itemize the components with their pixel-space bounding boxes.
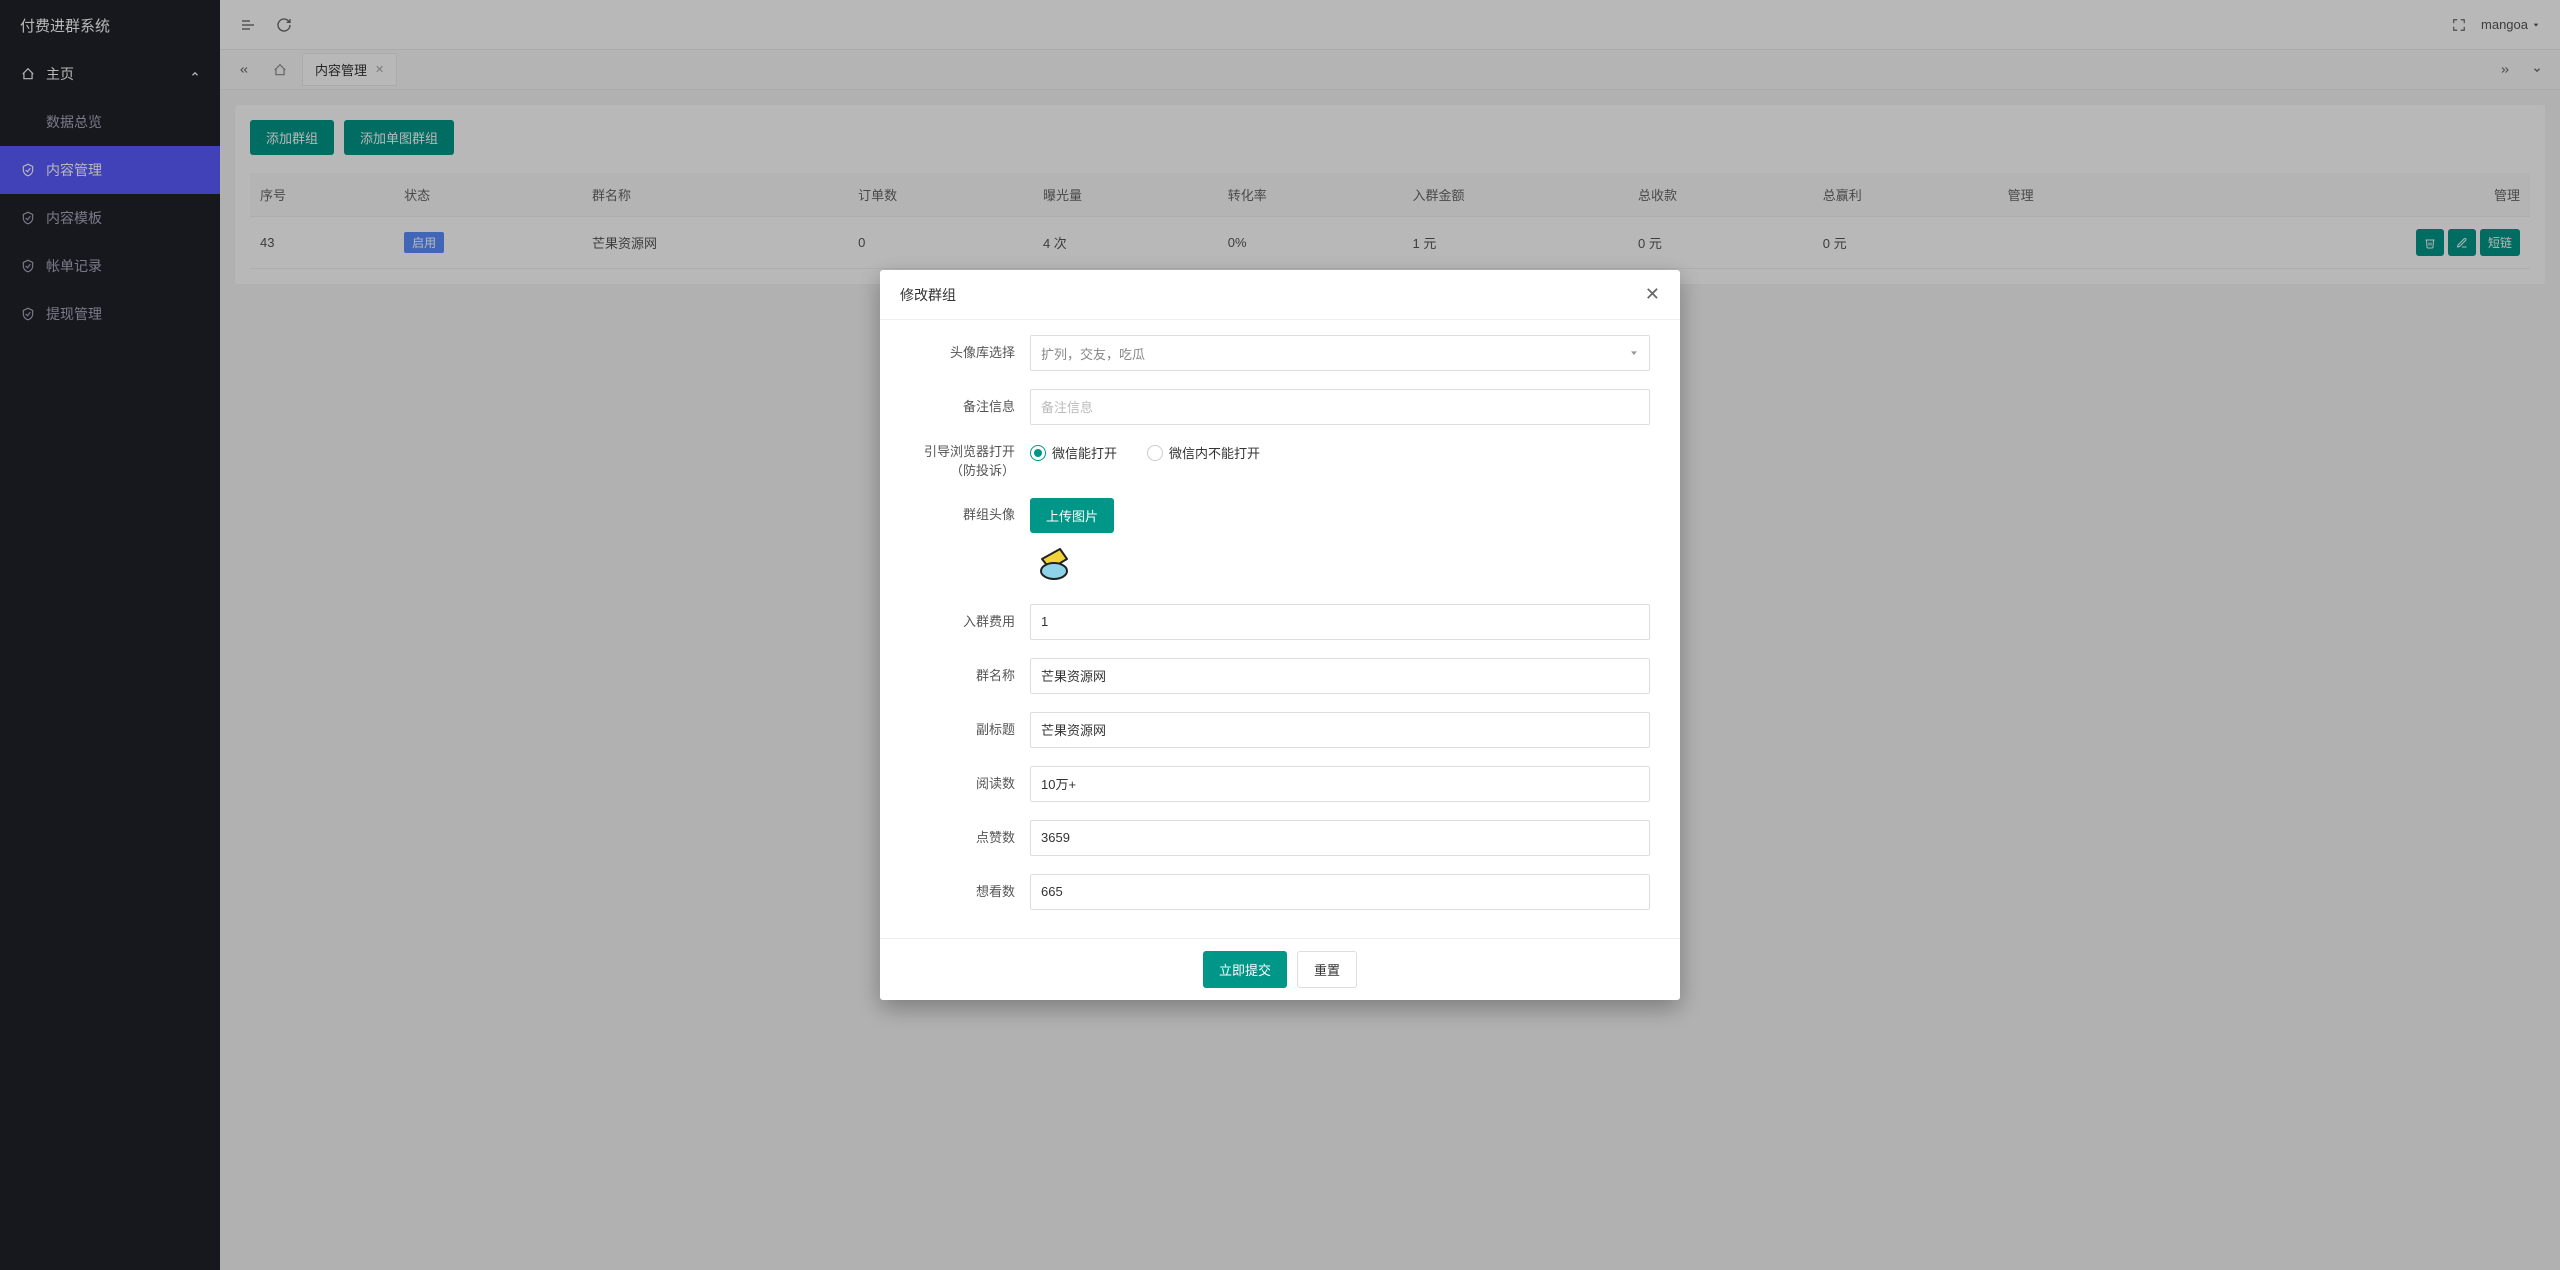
submit-button[interactable]: 立即提交 bbox=[1203, 951, 1287, 988]
group-name-label: 群名称 bbox=[900, 667, 1030, 685]
modal-close-icon[interactable]: ✕ bbox=[1645, 284, 1660, 305]
chevron-down-icon bbox=[1629, 348, 1639, 358]
avatar-lib-value: 扩列，交友，吃瓜 bbox=[1041, 344, 1145, 363]
radio-wechat-cannot-open[interactable]: 微信内不能打开 bbox=[1147, 443, 1260, 462]
join-fee-input[interactable] bbox=[1030, 604, 1650, 640]
wants-label: 想看数 bbox=[900, 883, 1030, 901]
upload-image-button[interactable]: 上传图片 bbox=[1030, 498, 1114, 533]
avatar-lib-select[interactable]: 扩列，交友，吃瓜 bbox=[1030, 335, 1650, 371]
radio-label: 微信内不能打开 bbox=[1169, 443, 1260, 462]
radio-wechat-can-open[interactable]: 微信能打开 bbox=[1030, 443, 1117, 462]
browser-guide-label: 引导浏览器打开（防投诉） bbox=[900, 443, 1030, 479]
likes-input[interactable] bbox=[1030, 820, 1650, 856]
modal-title: 修改群组 bbox=[900, 285, 956, 305]
radio-icon bbox=[1147, 445, 1163, 461]
reset-button[interactable]: 重置 bbox=[1297, 951, 1357, 988]
modal-mask[interactable]: 修改群组 ✕ 头像库选择 扩列，交友，吃瓜 备注信息 引导浏览 bbox=[0, 0, 2560, 1270]
remark-input[interactable] bbox=[1030, 389, 1650, 425]
likes-label: 点赞数 bbox=[900, 829, 1030, 847]
group-avatar-label: 群组头像 bbox=[900, 498, 1030, 524]
subtitle-label: 副标题 bbox=[900, 721, 1030, 739]
remark-label: 备注信息 bbox=[900, 398, 1030, 416]
radio-icon bbox=[1030, 445, 1046, 461]
group-name-input[interactable] bbox=[1030, 658, 1650, 694]
radio-label: 微信能打开 bbox=[1052, 443, 1117, 462]
join-fee-label: 入群费用 bbox=[900, 613, 1030, 631]
reads-label: 阅读数 bbox=[900, 775, 1030, 793]
reads-input[interactable] bbox=[1030, 766, 1650, 802]
subtitle-input[interactable] bbox=[1030, 712, 1650, 748]
edit-group-modal: 修改群组 ✕ 头像库选择 扩列，交友，吃瓜 备注信息 引导浏览 bbox=[880, 270, 1680, 999]
avatar-preview bbox=[1032, 541, 1077, 586]
wants-input[interactable] bbox=[1030, 874, 1650, 910]
avatar-lib-label: 头像库选择 bbox=[900, 344, 1030, 362]
